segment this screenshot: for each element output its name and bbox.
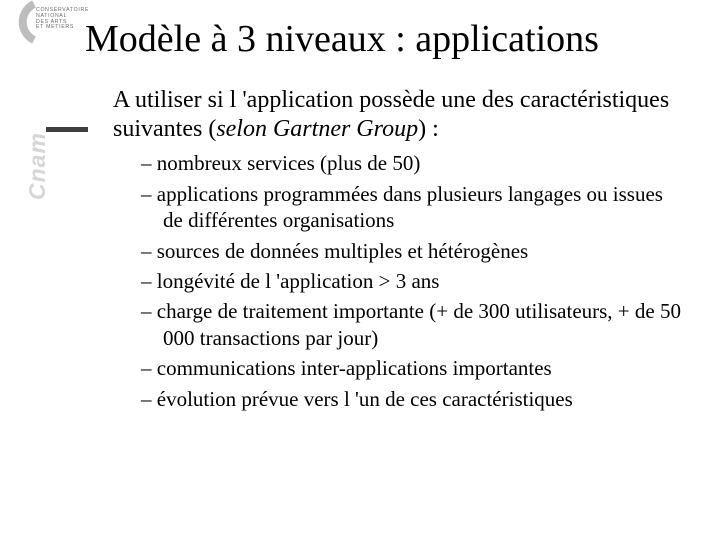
intro-italic: selon Gartner Group <box>216 116 418 142</box>
list-item: communications inter-applications import… <box>141 355 686 381</box>
content: Modèle à 3 niveaux : applications A util… <box>85 18 695 416</box>
divider <box>46 127 88 132</box>
slide-title: Modèle à 3 niveaux : applications <box>85 18 695 62</box>
list-item: longévité de l 'application > 3 ans <box>141 268 686 294</box>
slide: CONSERVATOIRE NATIONAL DES ARTS ET METIE… <box>0 0 720 540</box>
sidebar: CONSERVATOIRE NATIONAL DES ARTS ET METIE… <box>0 0 44 540</box>
list-item: charge de traitement importante (+ de 30… <box>141 298 686 351</box>
brand-wordmark: Cnam <box>24 30 51 200</box>
list-item: évolution prévue vers l 'un de ces carac… <box>141 386 686 412</box>
bullet-list: nombreux services (plus de 50) applicati… <box>141 150 686 412</box>
list-item: applications programmées dans plusieurs … <box>141 181 686 234</box>
intro-suffix: ) : <box>418 116 439 142</box>
list-item: nombreux services (plus de 50) <box>141 150 686 176</box>
list-item: sources de données multiples et hétérogè… <box>141 238 686 264</box>
intro-text: A utiliser si l 'application possède une… <box>113 86 673 145</box>
